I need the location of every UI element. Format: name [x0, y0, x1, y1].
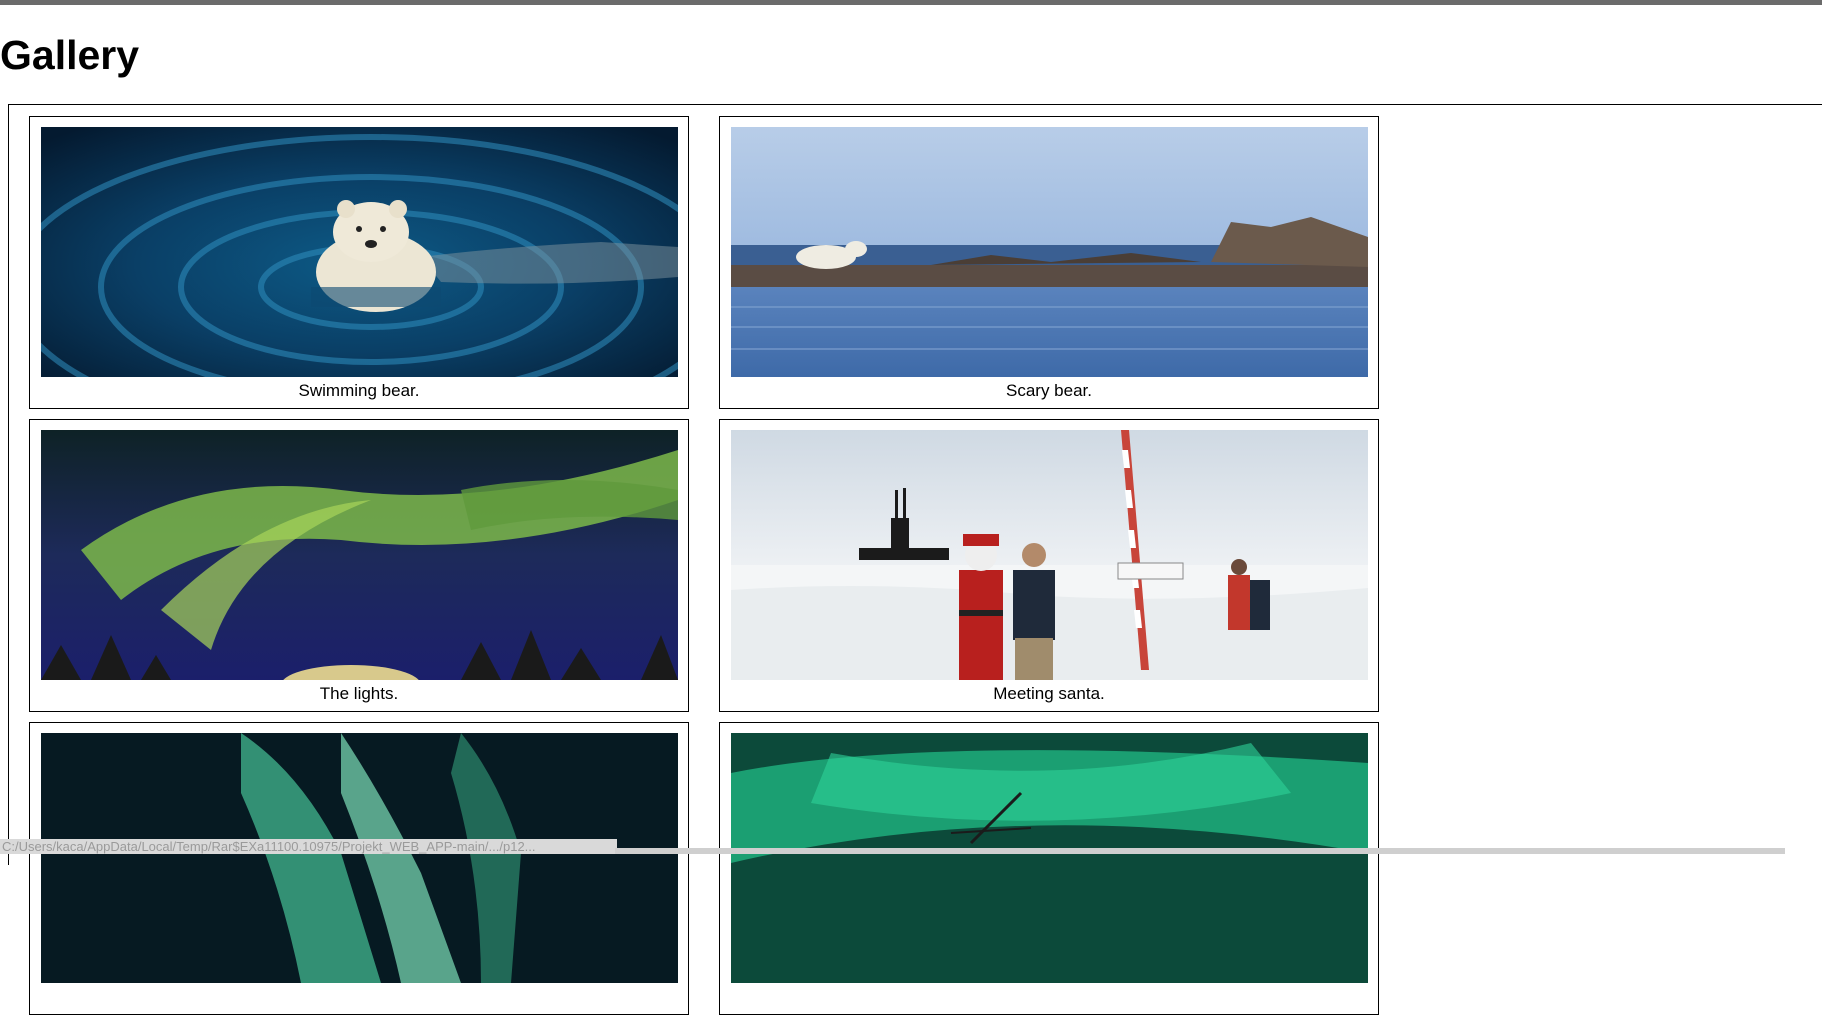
gallery-card-scary-bear[interactable]: Scary bear.	[719, 116, 1379, 409]
page-title: Gallery	[0, 32, 140, 78]
browser-status-url: C:/Users/kaca/AppData/Local/Temp/Rar$EXa…	[0, 839, 617, 854]
gallery-card-aurora-curtain[interactable]	[29, 722, 689, 1015]
card-caption: Swimming bear.	[298, 381, 420, 400]
aurora-curtain-image[interactable]	[41, 733, 678, 983]
polar-bear-on-shore-image[interactable]	[731, 127, 1368, 377]
window-top-bar	[0, 0, 1822, 5]
gallery-container: Swimming bear. Scary bear. The lights. M…	[8, 104, 1822, 1015]
card-caption: Meeting santa.	[993, 684, 1105, 703]
gallery-card-aurora-overhead[interactable]	[719, 722, 1379, 1015]
card-caption: The lights.	[319, 684, 399, 703]
gallery-card-the-lights[interactable]: The lights.	[29, 419, 689, 712]
santa-at-north-pole-image[interactable]	[731, 430, 1368, 680]
polar-bear-swimming-image[interactable]	[41, 127, 678, 377]
aurora-green-sky-image[interactable]	[41, 430, 678, 680]
aurora-overhead-image[interactable]	[731, 733, 1368, 983]
card-caption: Scary bear.	[1006, 381, 1092, 400]
gallery-card-meeting-santa[interactable]: Meeting santa.	[719, 419, 1379, 712]
gallery-card-swimming-bear[interactable]: Swimming bear.	[29, 116, 689, 409]
horizontal-scrollbar[interactable]	[615, 848, 1785, 854]
